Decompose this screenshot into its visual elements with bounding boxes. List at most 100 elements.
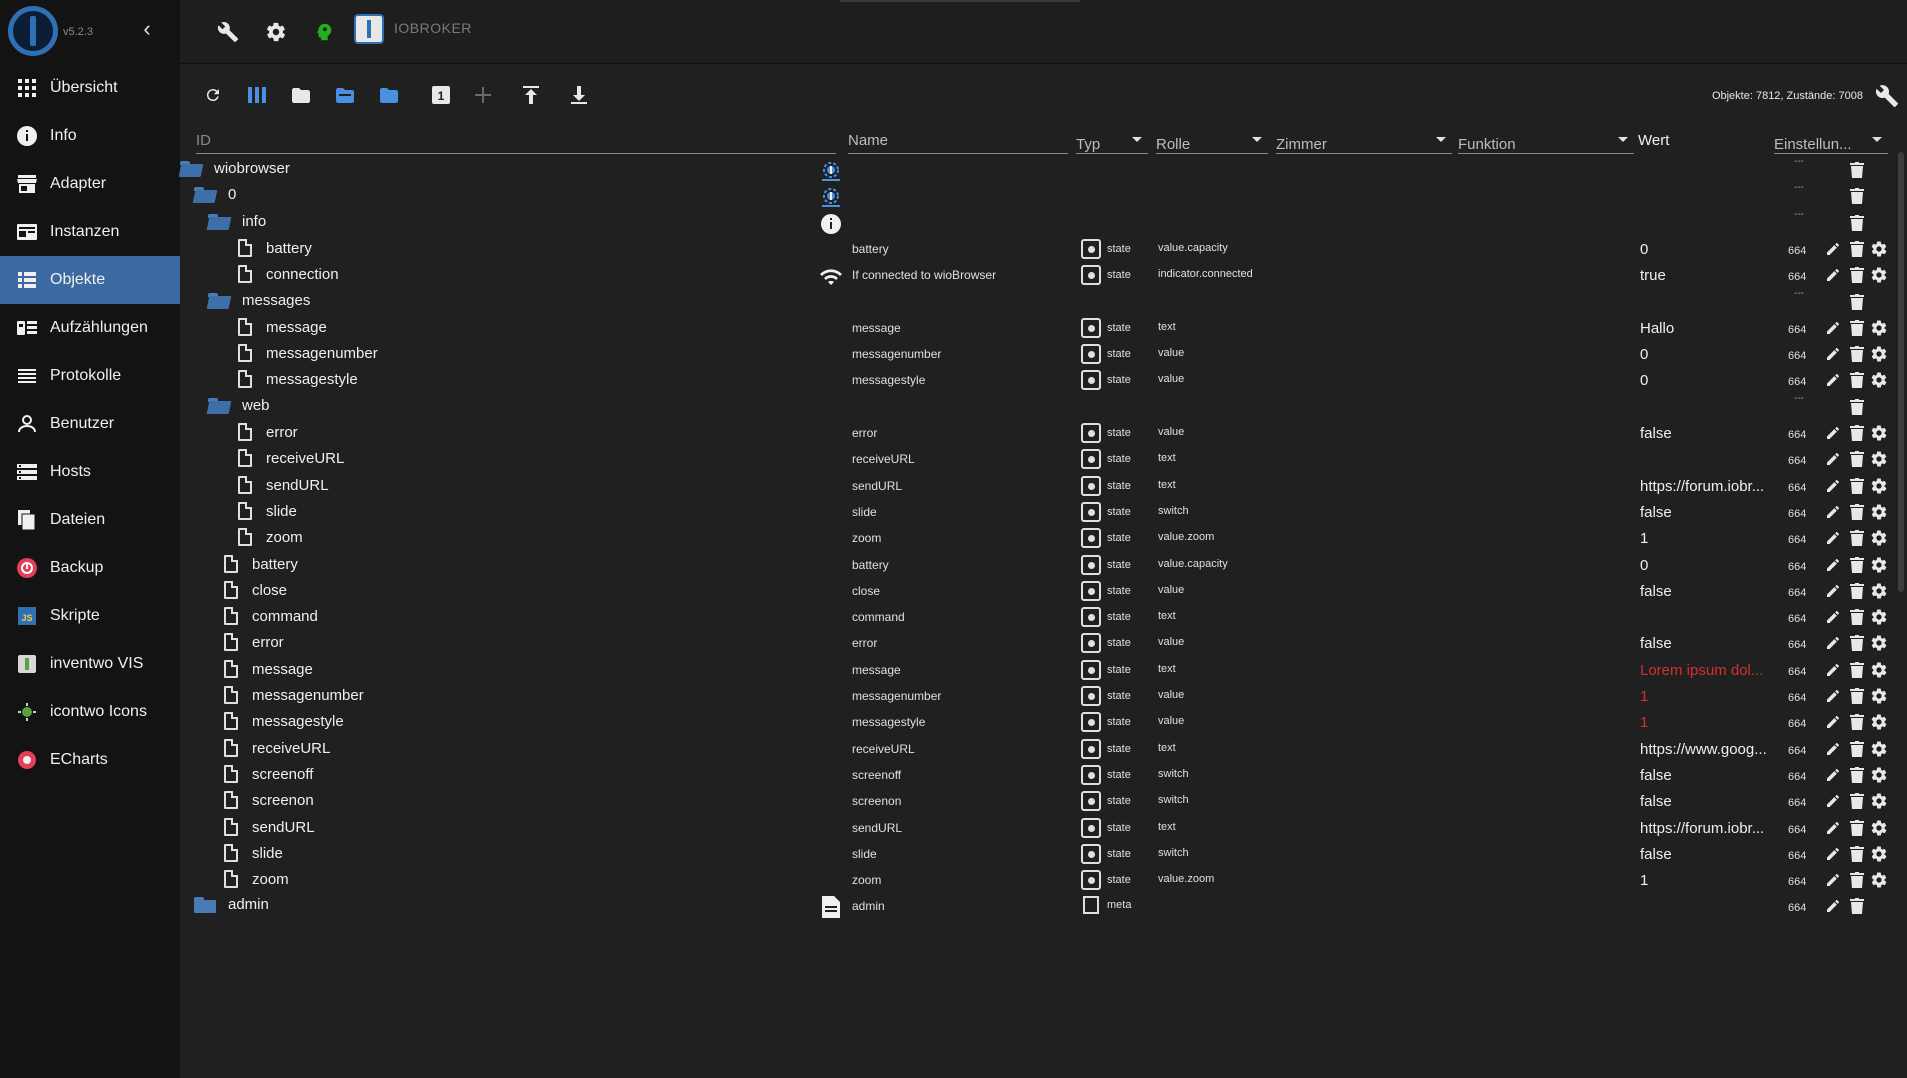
- delete-trash-icon[interactable]: [1848, 871, 1866, 889]
- delete-trash-icon[interactable]: [1848, 661, 1866, 679]
- vertical-scrollbar[interactable]: [1898, 152, 1904, 592]
- edit-pencil-icon[interactable]: [1824, 897, 1842, 915]
- row-id[interactable]: message: [224, 660, 313, 678]
- row-value[interactable]: 1: [1640, 714, 1780, 731]
- custom-settings-gear-icon[interactable]: [1870, 477, 1888, 495]
- edit-pencil-icon[interactable]: [1824, 450, 1842, 468]
- edit-pencil-icon[interactable]: [1824, 661, 1842, 679]
- column-zimmer-filter[interactable]: Zimmer: [1276, 124, 1452, 154]
- row-id[interactable]: zoom: [238, 528, 303, 546]
- sidebar-item-info[interactable]: Info: [0, 112, 180, 160]
- chevron-left-icon[interactable]: ‹: [136, 18, 158, 40]
- row-value[interactable]: true: [1640, 267, 1780, 284]
- custom-settings-gear-icon[interactable]: [1870, 871, 1888, 889]
- row-value[interactable]: 0: [1640, 372, 1780, 389]
- edit-pencil-icon[interactable]: [1824, 345, 1842, 363]
- row-id[interactable]: screenoff: [224, 765, 313, 783]
- edit-pencil-icon[interactable]: [1824, 871, 1842, 889]
- row-acl[interactable]: 664: [1788, 797, 1806, 809]
- row-value[interactable]: false: [1640, 504, 1780, 521]
- columns-icon[interactable]: [246, 84, 268, 106]
- row-acl[interactable]: 664: [1788, 245, 1806, 257]
- sidebar-item-protokolle[interactable]: Protokolle: [0, 352, 180, 400]
- delete-trash-icon[interactable]: [1848, 556, 1866, 574]
- expand-folder-icon[interactable]: [334, 84, 356, 106]
- delete-trash-icon[interactable]: [1848, 187, 1866, 205]
- sidebar-item-hosts[interactable]: Hosts: [0, 448, 180, 496]
- delete-trash-icon[interactable]: [1848, 766, 1866, 784]
- row-id[interactable]: message: [238, 318, 327, 336]
- row-value[interactable]: false: [1640, 425, 1780, 442]
- collapse-folder-icon[interactable]: [378, 84, 400, 106]
- edit-pencil-icon[interactable]: [1824, 845, 1842, 863]
- custom-settings-gear-icon[interactable]: [1870, 450, 1888, 468]
- delete-trash-icon[interactable]: [1848, 897, 1866, 915]
- sidebar-item-objekte[interactable]: Objekte: [0, 256, 180, 304]
- edit-pencil-icon[interactable]: [1824, 266, 1842, 284]
- row-id[interactable]: slide: [224, 844, 283, 862]
- sidebar-item-icontwo-icons[interactable]: icontwo Icons: [0, 688, 180, 736]
- column-typ-filter[interactable]: Typ: [1076, 124, 1148, 154]
- folder-open-icon[interactable]: [180, 160, 202, 177]
- row-id[interactable]: web: [208, 397, 270, 414]
- row-acl[interactable]: 664: [1788, 850, 1806, 862]
- row-acl[interactable]: 664: [1788, 534, 1806, 546]
- edit-pencil-icon[interactable]: [1824, 819, 1842, 837]
- row-id[interactable]: wiobrowser: [180, 160, 290, 177]
- delete-trash-icon[interactable]: [1848, 424, 1866, 442]
- row-value[interactable]: Lorem ipsum dol...: [1640, 662, 1780, 679]
- custom-settings-gear-icon[interactable]: [1870, 661, 1888, 679]
- folder-closed-icon[interactable]: [194, 896, 216, 913]
- row-acl[interactable]: 664: [1788, 271, 1806, 283]
- custom-settings-gear-icon[interactable]: [1870, 687, 1888, 705]
- row-id[interactable]: battery: [238, 239, 312, 257]
- row-id[interactable]: receiveURL: [224, 739, 330, 757]
- custom-settings-gear-icon[interactable]: [1870, 556, 1888, 574]
- row-value[interactable]: 0: [1640, 346, 1780, 363]
- folder-open-icon[interactable]: [208, 292, 230, 309]
- row-acl[interactable]: 664: [1788, 508, 1806, 520]
- row-acl[interactable]: 664: [1788, 324, 1806, 336]
- sidebar-item-aufz-hlungen[interactable]: Aufzählungen: [0, 304, 180, 352]
- edit-pencil-icon[interactable]: [1824, 687, 1842, 705]
- delete-trash-icon[interactable]: [1848, 503, 1866, 521]
- delete-trash-icon[interactable]: [1848, 740, 1866, 758]
- delete-trash-icon[interactable]: [1848, 687, 1866, 705]
- row-value[interactable]: false: [1640, 767, 1780, 784]
- row-acl[interactable]: 664: [1788, 587, 1806, 599]
- sidebar-item-instanzen[interactable]: Instanzen: [0, 208, 180, 256]
- delete-trash-icon[interactable]: [1848, 161, 1866, 179]
- delete-trash-icon[interactable]: [1848, 398, 1866, 416]
- upload-icon[interactable]: [520, 84, 542, 106]
- delete-trash-icon[interactable]: [1848, 713, 1866, 731]
- row-id[interactable]: messagenumber: [238, 344, 378, 362]
- table-row[interactable]: admin admin meta 664: [180, 890, 1907, 922]
- row-value[interactable]: false: [1640, 583, 1780, 600]
- folder-open-icon[interactable]: [194, 186, 216, 203]
- delete-trash-icon[interactable]: [1848, 819, 1866, 837]
- sidebar-item-backup[interactable]: Backup: [0, 544, 180, 592]
- edit-pencil-icon[interactable]: [1824, 240, 1842, 258]
- folder-open-icon[interactable]: [208, 213, 230, 230]
- row-id[interactable]: messagestyle: [224, 712, 344, 730]
- row-id[interactable]: sendURL: [238, 476, 329, 494]
- custom-settings-gear-icon[interactable]: [1870, 713, 1888, 731]
- custom-settings-gear-icon[interactable]: [1870, 529, 1888, 547]
- row-acl[interactable]: 664: [1788, 429, 1806, 441]
- custom-settings-gear-icon[interactable]: [1870, 319, 1888, 337]
- edit-pencil-icon[interactable]: [1824, 556, 1842, 574]
- sidebar-item--bersicht[interactable]: Übersicht: [0, 64, 180, 112]
- row-id[interactable]: messagestyle: [238, 370, 358, 388]
- row-id[interactable]: error: [238, 423, 298, 441]
- row-acl[interactable]: 664: [1788, 824, 1806, 836]
- add-object-icon[interactable]: [472, 84, 494, 106]
- row-acl[interactable]: 664: [1788, 771, 1806, 783]
- settings-cog-icon[interactable]: [262, 18, 290, 46]
- edit-pencil-icon[interactable]: [1824, 740, 1842, 758]
- delete-trash-icon[interactable]: [1848, 582, 1866, 600]
- custom-settings-gear-icon[interactable]: [1870, 424, 1888, 442]
- delete-trash-icon[interactable]: [1848, 845, 1866, 863]
- delete-trash-icon[interactable]: [1848, 450, 1866, 468]
- delete-trash-icon[interactable]: [1848, 608, 1866, 626]
- row-value[interactable]: 1: [1640, 530, 1780, 547]
